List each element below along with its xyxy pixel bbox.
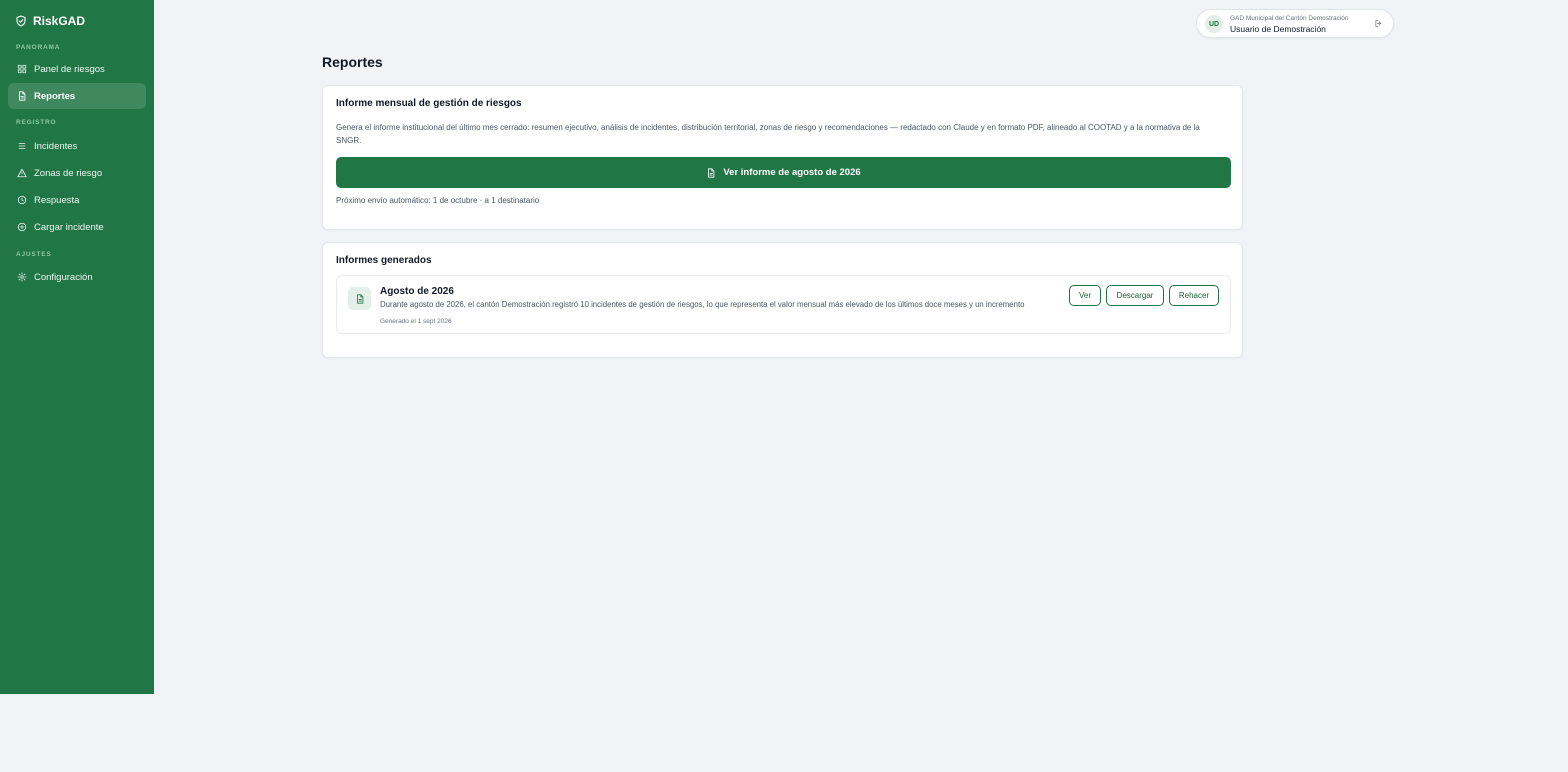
- sidebar-item-reportes[interactable]: Reportes: [8, 83, 146, 109]
- next-send-info: Próximo envío automático: 1 de octubre ·…: [336, 196, 540, 205]
- sidebar-item-zonas-de-riesgo[interactable]: Zonas de riesgo: [8, 160, 146, 186]
- logout-icon[interactable]: [1374, 19, 1383, 28]
- report-title: Agosto de 2026: [380, 286, 454, 297]
- view-report-button-label: Ver informe de agosto de 2026: [723, 167, 861, 178]
- warning-triangle-icon: [17, 168, 27, 178]
- sidebar-section-ajustes: AJUSTES: [16, 251, 52, 258]
- view-button[interactable]: Ver: [1069, 285, 1101, 306]
- monthly-report-title: Informe mensual de gestión de riesgos: [336, 98, 522, 109]
- sidebar-item-configuracion[interactable]: Configuración: [8, 264, 146, 290]
- sidebar-item-label: Panel de riesgos: [34, 63, 105, 75]
- sidebar-item-panel-de-riesgos[interactable]: Panel de riesgos: [8, 56, 146, 82]
- sidebar-item-label: Respuesta: [34, 194, 80, 206]
- generated-reports-title: Informes generados: [336, 255, 432, 266]
- sidebar-item-label: Cargar incidente: [34, 221, 104, 233]
- document-icon: [19, 91, 26, 101]
- view-report-button[interactable]: Ver informe de agosto de 2026: [336, 157, 1231, 188]
- brand-name: RiskGAD: [33, 14, 86, 28]
- monthly-report-description: Genera el informe institucional del últi…: [336, 123, 1200, 145]
- user-organization: GAD Municipal del Cantón Demostración: [1230, 15, 1349, 22]
- plus-circle-icon: [17, 222, 27, 232]
- sidebar-section-panorama: PANORAMA: [16, 44, 61, 51]
- document-icon: [708, 167, 715, 178]
- sidebar-item-cargar-incidente[interactable]: Cargar incidente: [8, 214, 146, 240]
- generated-reports-card: Informes generados Agosto de 2026 Durant…: [322, 242, 1243, 358]
- sidebar-item-label: Zonas de riesgo: [34, 167, 103, 179]
- clock-icon: [17, 195, 27, 205]
- sidebar-item-respuesta[interactable]: Respuesta: [8, 187, 146, 213]
- gear-icon: [17, 272, 27, 282]
- avatar: UD: [1205, 15, 1223, 33]
- report-summary: Durante agosto de 2026, el cantón Demost…: [380, 300, 1025, 309]
- download-button[interactable]: Descargar: [1106, 285, 1164, 306]
- user-name: Usuario de Demostración: [1230, 24, 1326, 34]
- redo-button[interactable]: Rehacer: [1169, 285, 1219, 306]
- sidebar-item-label: Incidentes: [34, 140, 78, 152]
- user-menu[interactable]: UD GAD Municipal del Cantón Demostración…: [1196, 9, 1394, 38]
- report-date: Generado el 1 sept 2026: [380, 318, 452, 325]
- shield-check-icon: [16, 15, 26, 27]
- brand[interactable]: RiskGAD: [15, 13, 85, 29]
- monthly-report-card: Informe mensual de gestión de riesgos Ge…: [322, 85, 1243, 230]
- report-badge: [348, 287, 371, 310]
- document-icon: [356, 293, 363, 304]
- sidebar: RiskGAD PANORAMA Panel de riesgos Report…: [0, 0, 154, 694]
- sidebar-item-label: Reportes: [34, 90, 76, 102]
- sidebar-item-label: Configuración: [34, 271, 93, 283]
- list-icon: [18, 143, 26, 149]
- sidebar-item-incidentes[interactable]: Incidentes: [8, 133, 146, 159]
- sidebar-section-registro: REGISTRO: [16, 119, 57, 126]
- grid-icon: [17, 64, 27, 74]
- page-title: Reportes: [322, 54, 383, 70]
- report-list-item: Agosto de 2026 Durante agosto de 2026, e…: [336, 275, 1231, 334]
